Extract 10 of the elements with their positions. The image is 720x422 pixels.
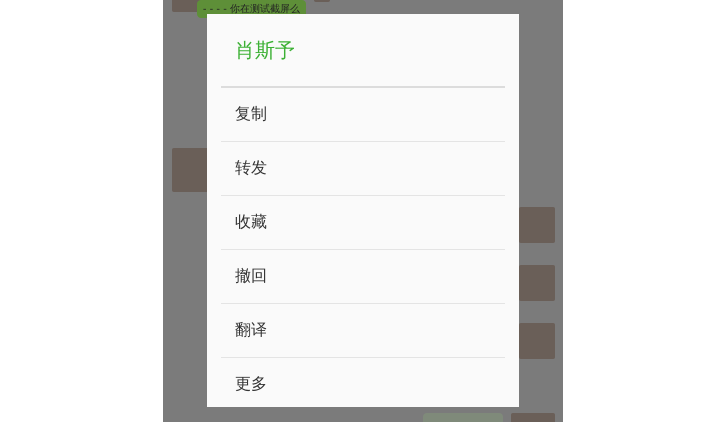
- avatar-placeholder: [519, 265, 555, 301]
- menu-item[interactable]: 翻译: [221, 304, 505, 358]
- menu-item[interactable]: 转发: [221, 142, 505, 196]
- menu-item[interactable]: 更多: [221, 358, 505, 411]
- menu-item[interactable]: 复制: [221, 88, 505, 142]
- menu-item[interactable]: 撤回: [221, 250, 505, 304]
- avatar-placeholder: [519, 323, 555, 359]
- avatar-placeholder: [519, 207, 555, 243]
- dialog-title: 肖斯予: [221, 14, 505, 88]
- menu-item[interactable]: 收藏: [221, 196, 505, 250]
